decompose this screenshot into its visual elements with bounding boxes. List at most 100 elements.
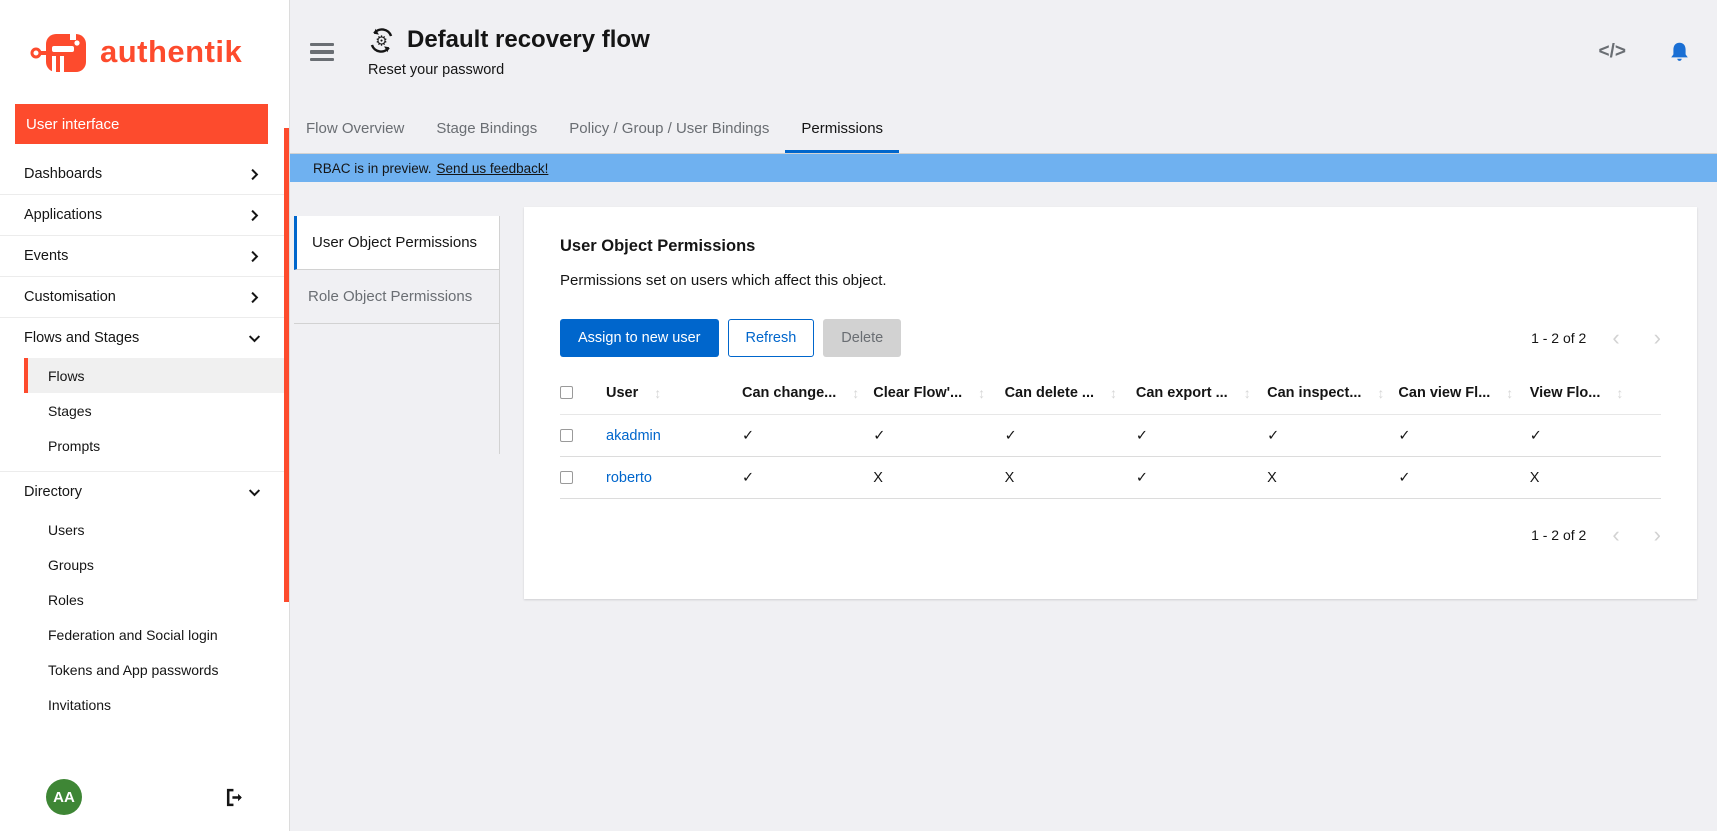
sidebar-item-label: Tokens and App passwords	[48, 662, 218, 678]
pagination-prev-icon[interactable]: ‹	[1612, 528, 1619, 542]
sidebar-item-users[interactable]: Users	[24, 512, 289, 547]
sidebar-footer: AA	[0, 769, 289, 831]
chevron-right-icon	[248, 168, 261, 181]
sidebar-item-label: Directory	[24, 484, 82, 500]
authentik-logo-icon	[30, 30, 94, 74]
sidebar-item-label: Events	[24, 248, 68, 264]
chevron-down-icon	[248, 486, 261, 499]
card-title: User Object Permissions	[560, 237, 1661, 256]
table-header-can-inspect: Can inspect...↕	[1267, 371, 1398, 415]
sidebar-item-label: Flows	[48, 368, 85, 384]
authentik-logo[interactable]: authentik	[0, 0, 289, 100]
sort-icon[interactable]: ↕	[1377, 385, 1384, 401]
sidebar-item-invitations[interactable]: Invitations	[24, 687, 289, 722]
tab-role-object-permissions[interactable]: Role Object Permissions	[294, 270, 499, 324]
sidebar-item-label: Prompts	[48, 438, 100, 454]
sort-icon[interactable]: ↕	[978, 385, 985, 401]
user-link-roberto[interactable]: roberto	[606, 470, 652, 486]
table-header-checkbox-cell	[560, 371, 606, 415]
sidebar-item-flows-and-stages[interactable]: Flows and Stages	[0, 318, 289, 358]
table-header-user: User↕	[606, 371, 742, 415]
feedback-link[interactable]: Send us feedback!	[437, 161, 549, 176]
sort-icon[interactable]: ↕	[1616, 385, 1623, 401]
svg-text:⚙: ⚙	[375, 32, 388, 48]
table-header-can-export: Can export ...↕	[1136, 371, 1267, 415]
sidebar-item-label: Stages	[48, 403, 92, 419]
content-area: User Object Permissions Role Object Perm…	[290, 182, 1717, 831]
table-header-can-view: Can view Fl...↕	[1398, 371, 1529, 415]
delete-button[interactable]: Delete	[823, 319, 901, 357]
table-cell-value: ✓	[742, 415, 873, 457]
sidebar-item-label: Groups	[48, 557, 94, 573]
pagination-next-icon[interactable]: ›	[1654, 528, 1661, 542]
table-cell-value: X	[873, 457, 1004, 499]
sort-icon[interactable]: ↕	[654, 385, 661, 401]
select-all-checkbox[interactable]	[560, 386, 573, 399]
sidebar-item-stages[interactable]: Stages	[24, 393, 289, 428]
sidebar-item-label: Invitations	[48, 697, 111, 713]
permissions-table: User↕ Can change...↕ Clear Flow'...↕ Can…	[560, 371, 1661, 499]
tab-permissions[interactable]: Permissions	[785, 104, 899, 153]
table-cell-value: ✓	[1267, 415, 1398, 457]
page-header: ⚙ Default recovery flow Reset your passw…	[290, 0, 1717, 104]
sort-icon[interactable]: ↕	[1110, 385, 1117, 401]
refresh-button[interactable]: Refresh	[728, 319, 815, 357]
sort-icon[interactable]: ↕	[852, 385, 859, 401]
sidebar-item-dashboards[interactable]: Dashboards	[0, 154, 289, 194]
sidebar-item-label: Flows and Stages	[24, 330, 139, 346]
table-cell-value: ✓	[742, 457, 873, 499]
sidebar-item-roles[interactable]: Roles	[24, 582, 289, 617]
avatar[interactable]: AA	[46, 779, 82, 815]
sidebar-item-federation-and-social-login[interactable]: Federation and Social login	[24, 617, 289, 652]
sidebar-item-events[interactable]: Events	[0, 236, 289, 276]
table-cell-value: ✓	[1136, 415, 1267, 457]
table-cell-value: X	[1530, 457, 1661, 499]
sidebar-item-directory[interactable]: Directory	[0, 472, 289, 512]
assign-to-new-user-button[interactable]: Assign to new user	[560, 319, 719, 357]
app-root: authentik User interface Dashboards Appl…	[0, 0, 1717, 831]
pagination-range: 1 - 2 of 2	[1531, 330, 1586, 346]
sidebar-item-flows[interactable]: Flows	[24, 358, 289, 393]
row-checkbox[interactable]	[560, 429, 573, 442]
table-cell-value: X	[1005, 457, 1136, 499]
sidebar-item-applications[interactable]: Applications	[0, 195, 289, 235]
sign-out-icon[interactable]	[224, 787, 245, 808]
hamburger-menu-icon[interactable]	[310, 43, 334, 62]
sidebar-item-customisation[interactable]: Customisation	[0, 277, 289, 317]
table-cell-user: akadmin	[606, 415, 742, 457]
sidebar-nav: Dashboards Applications Events Customisa…	[0, 154, 289, 769]
table-cell-value: ✓	[1005, 415, 1136, 457]
table-cell-value: ✓	[1398, 457, 1529, 499]
authentik-logo-text: authentik	[100, 34, 242, 70]
api-code-icon[interactable]: </>	[1599, 41, 1626, 63]
sidebar-item-label: Applications	[24, 207, 102, 223]
table-row-checkbox-cell	[560, 415, 606, 457]
rbac-preview-banner: RBAC is in preview. Send us feedback!	[290, 154, 1717, 182]
row-checkbox[interactable]	[560, 471, 573, 484]
table-cell-value: ✓	[1530, 415, 1661, 457]
table-cell-value: ✓	[1136, 457, 1267, 499]
tab-policy-group-user-bindings[interactable]: Policy / Group / User Bindings	[553, 104, 785, 153]
sidebar-item-tokens-and-app-passwords[interactable]: Tokens and App passwords	[24, 652, 289, 687]
sort-icon[interactable]: ↕	[1244, 385, 1251, 401]
chevron-right-icon	[248, 209, 261, 222]
table-header-view-flow: View Flo...↕	[1530, 371, 1661, 415]
tab-flow-overview[interactable]: Flow Overview	[290, 104, 420, 153]
sidebar-accent-bar	[284, 128, 289, 602]
tab-bar: Flow Overview Stage Bindings Policy / Gr…	[290, 104, 1717, 154]
pagination-prev-icon[interactable]: ‹	[1612, 331, 1619, 345]
table-cell-value: ✓	[1398, 415, 1529, 457]
tab-stage-bindings[interactable]: Stage Bindings	[420, 104, 553, 153]
table-cell-value: ✓	[873, 415, 1004, 457]
sidebar-item-user-interface[interactable]: User interface	[15, 104, 268, 144]
tab-user-object-permissions[interactable]: User Object Permissions	[294, 216, 499, 270]
table-cell-value: X	[1267, 457, 1398, 499]
pagination-next-icon[interactable]: ›	[1654, 331, 1661, 345]
user-object-permissions-card: User Object Permissions Permissions set …	[524, 207, 1697, 599]
chevron-down-icon	[248, 332, 261, 345]
sort-icon[interactable]: ↕	[1506, 385, 1513, 401]
sidebar-item-prompts[interactable]: Prompts	[24, 428, 289, 463]
notification-bell-icon[interactable]	[1668, 41, 1691, 64]
user-link-akadmin[interactable]: akadmin	[606, 428, 661, 444]
sidebar-item-groups[interactable]: Groups	[24, 547, 289, 582]
